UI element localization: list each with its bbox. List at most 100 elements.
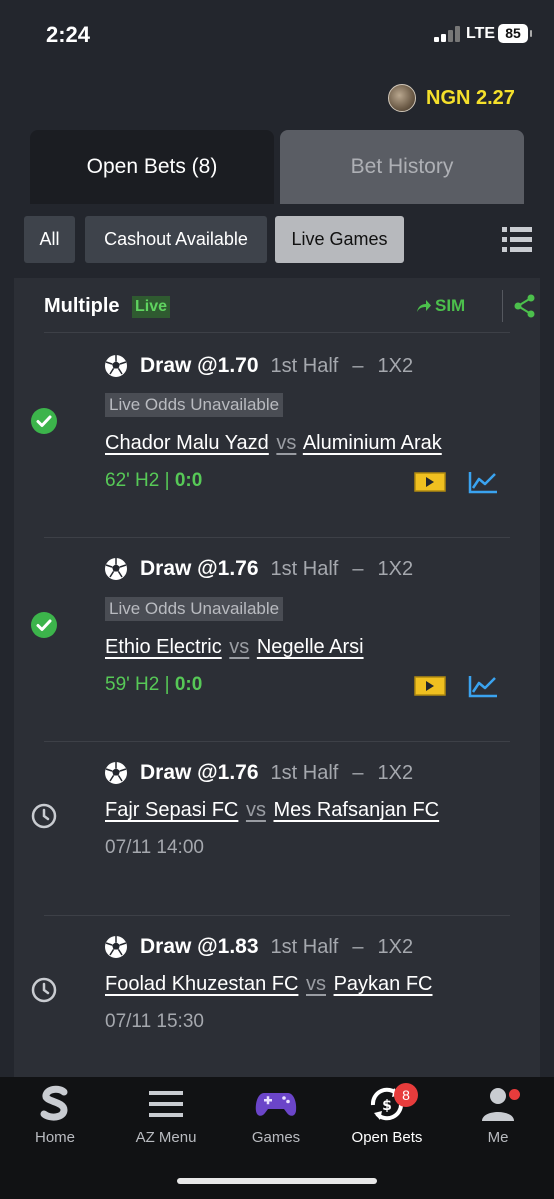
away-team: Mes Rafsanjan FC	[273, 799, 440, 821]
arrow-forward-icon	[417, 300, 431, 312]
live-time: 62' H2 |	[105, 470, 175, 491]
pick-odds: Draw @1.70	[140, 354, 259, 377]
sportybet-logo-icon	[40, 1085, 68, 1121]
filter-cashout-available[interactable]: Cashout Available	[85, 216, 267, 263]
match-teams[interactable]: Fajr Sepasi FC vs Mes Rafsanjan FC	[105, 799, 439, 822]
live-score: 0:0	[174, 470, 203, 491]
nav-home[interactable]: Home	[0, 1085, 110, 1146]
odds-unavailable-label: Live Odds Unavailable	[105, 597, 284, 621]
check-circle-icon	[31, 612, 57, 638]
status-bar: 2:24 LTE 85	[0, 0, 554, 70]
pick-odds: Draw @1.76	[140, 761, 259, 784]
soccer-ball-icon	[105, 355, 127, 377]
vs-label: vs	[276, 432, 297, 454]
nav-label: Home	[34, 1129, 75, 1146]
market: 1X2	[377, 935, 414, 958]
period: 1st Half	[270, 935, 339, 958]
open-bets-count-badge: 8	[394, 1083, 418, 1107]
market: 1X2	[377, 354, 414, 377]
clock-icon	[31, 803, 57, 829]
sim-button[interactable]: SIM	[416, 294, 465, 318]
separator-dash: –	[352, 935, 364, 958]
list-view-icon[interactable]	[502, 224, 532, 254]
away-team: Aluminium Arak	[302, 432, 442, 454]
balance-amount: NGN 2.27	[426, 86, 515, 109]
pick-odds: Draw @1.76	[140, 557, 259, 580]
market: 1X2	[377, 761, 414, 784]
live-time: 59' H2 |	[105, 674, 175, 695]
svg-text:$: $	[382, 1098, 392, 1114]
selection-line: Draw @1.76 1st Half – 1X2	[104, 555, 413, 583]
vs-label: vs	[245, 799, 266, 821]
separator-dash: –	[352, 761, 364, 784]
avatar[interactable]	[388, 84, 416, 112]
live-status: 59' H2 | 0:0	[105, 674, 202, 696]
bet-selection[interactable]: Draw @1.83 1st Half – 1X2 Foolad Khuzest…	[14, 915, 540, 1078]
filter-live-games[interactable]: Live Games	[275, 216, 404, 263]
menu-icon	[149, 1091, 183, 1117]
sim-label: SIM	[435, 296, 466, 315]
tab-open-bets[interactable]: Open Bets (8)	[30, 130, 274, 204]
market: 1X2	[377, 557, 414, 580]
home-team: Ethio Electric	[105, 636, 222, 658]
nav-label: Me	[487, 1129, 509, 1146]
bet-card[interactable]: Multiple Live SIM Draw @1.70 1st Half – …	[14, 278, 540, 1078]
stats-chart-icon[interactable]	[468, 470, 498, 494]
selection-line: Draw @1.83 1st Half – 1X2	[104, 933, 413, 961]
period: 1st Half	[270, 354, 339, 377]
match-teams[interactable]: Ethio Electric vs Negelle Arsi	[105, 636, 364, 659]
live-status: 62' H2 | 0:0	[105, 470, 202, 492]
check-circle-icon	[31, 408, 57, 434]
signal-icon	[434, 26, 462, 42]
nav-games[interactable]: Games	[221, 1085, 331, 1146]
nav-me[interactable]: Me	[443, 1085, 553, 1146]
bet-type: Multiple	[44, 295, 120, 317]
header-divider	[502, 290, 503, 322]
period: 1st Half	[270, 761, 339, 784]
pick-odds: Draw @1.83	[140, 935, 259, 958]
home-team: Chador Malu Yazd	[105, 432, 269, 454]
kickoff-time: 07/11 14:00	[105, 837, 204, 858]
home-indicator	[177, 1178, 377, 1184]
account-balance[interactable]: NGN 2.27	[388, 84, 515, 112]
soccer-ball-icon	[105, 762, 127, 784]
live-score: 0:0	[174, 674, 203, 695]
nav-label: AZ Menu	[135, 1129, 197, 1146]
separator-dash: –	[352, 557, 364, 580]
tab-bet-history[interactable]: Bet History	[280, 130, 524, 204]
home-team: Foolad Khuzestan FC	[105, 973, 299, 995]
live-tracker-icon[interactable]	[414, 676, 446, 696]
bet-selection[interactable]: Draw @1.76 1st Half – 1X2 Live Odds Unav…	[14, 537, 540, 741]
soccer-ball-icon	[105, 936, 127, 958]
away-team: Negelle Arsi	[256, 636, 364, 658]
match-teams[interactable]: Chador Malu Yazd vs Aluminium Arak	[105, 432, 442, 455]
bet-selection[interactable]: Draw @1.70 1st Half – 1X2 Live Odds Unav…	[14, 332, 540, 537]
gamepad-icon	[255, 1093, 297, 1116]
vs-label: vs	[229, 636, 250, 658]
nav-label: Open Bets	[351, 1129, 423, 1146]
period: 1st Half	[270, 557, 339, 580]
soccer-ball-icon	[105, 558, 127, 580]
selection-line: Draw @1.70 1st Half – 1X2	[104, 352, 413, 380]
battery-icon: 85	[498, 24, 532, 43]
bets-tabs: Open Bets (8) Bet History	[30, 130, 524, 204]
network-type: LTE	[466, 25, 496, 42]
odds-unavailable-label: Live Odds Unavailable	[105, 393, 284, 417]
stats-chart-icon[interactable]	[468, 674, 498, 698]
share-icon[interactable]	[514, 294, 536, 318]
nav-az-menu[interactable]: AZ Menu	[111, 1085, 221, 1146]
nav-label: Games	[251, 1129, 301, 1146]
status-time: 2:24	[46, 22, 91, 47]
selection-line: Draw @1.76 1st Half – 1X2	[104, 759, 413, 787]
separator-dash: –	[352, 354, 364, 377]
filter-all[interactable]: All	[24, 216, 75, 263]
away-team: Paykan FC	[333, 973, 433, 995]
filter-bar: All Cashout Available Live Games	[24, 216, 532, 263]
match-teams[interactable]: Foolad Khuzestan FC vs Paykan FC	[105, 973, 433, 996]
nav-open-bets[interactable]: $ 8 Open Bets	[332, 1083, 442, 1146]
clock-icon	[31, 977, 57, 1003]
vs-label: vs	[306, 973, 326, 995]
bet-selection[interactable]: Draw @1.76 1st Half – 1X2 Fajr Sepasi FC…	[14, 741, 540, 915]
live-tracker-icon[interactable]	[414, 472, 446, 492]
notification-dot	[509, 1089, 520, 1100]
